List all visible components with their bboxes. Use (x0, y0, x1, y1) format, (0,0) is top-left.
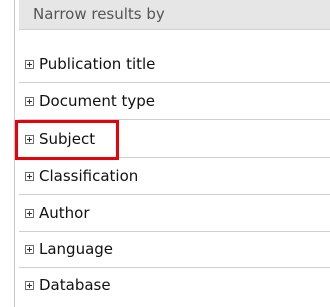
facet-label[interactable]: Subject (39, 130, 95, 149)
facet-classification[interactable]: Classification (19, 159, 330, 195)
facet-document-type[interactable]: Document type (19, 84, 330, 120)
facet-label[interactable]: Publication title (39, 55, 155, 74)
facet-author[interactable]: Author (19, 196, 330, 232)
facet-label[interactable]: Classification (39, 167, 138, 186)
facet-label[interactable]: Database (39, 276, 111, 295)
panel-header: Narrow results by (19, 0, 330, 30)
expand-plus-icon[interactable] (25, 245, 34, 254)
facet-database[interactable]: Database (19, 268, 330, 304)
expand-plus-icon[interactable] (25, 281, 34, 290)
facet-language[interactable]: Language (19, 232, 330, 268)
expand-plus-icon[interactable] (25, 60, 34, 69)
narrow-results-panel: Narrow results by Publication title Docu… (14, 0, 330, 307)
panel-header-title: Narrow results by (33, 5, 165, 23)
facet-label[interactable]: Language (39, 240, 113, 259)
expand-plus-icon[interactable] (25, 97, 34, 106)
facet-publication-title[interactable]: Publication title (19, 47, 330, 83)
expand-plus-icon[interactable] (25, 209, 34, 218)
expand-plus-icon[interactable] (25, 135, 34, 144)
facet-label[interactable]: Author (39, 204, 90, 223)
facet-subject[interactable]: Subject (19, 122, 330, 158)
facet-label[interactable]: Document type (39, 92, 155, 111)
expand-plus-icon[interactable] (25, 172, 34, 181)
